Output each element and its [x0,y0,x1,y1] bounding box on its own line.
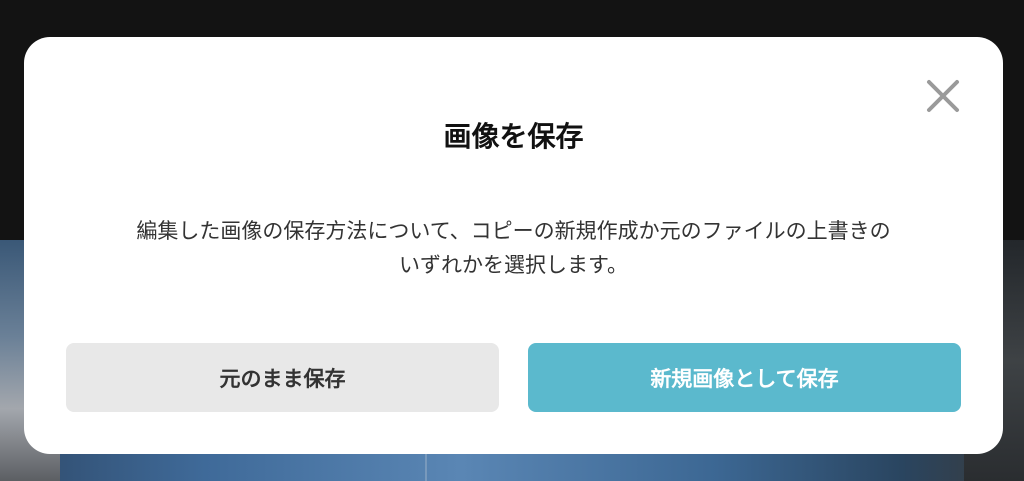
save-as-new-image-button[interactable]: 新規画像として保存 [528,343,961,412]
dialog-message: 編集した画像の保存方法について、コピーの新規作成か元のファイルの上書きの いずれ… [64,214,963,282]
dialog-title: 画像を保存 [443,120,584,153]
dialog-message-line-1: 編集した画像の保存方法について、コピーの新規作成か元のファイルの上書きの [136,219,891,243]
save-as-original-button[interactable]: 元のまま保存 [66,343,499,412]
close-button[interactable] [924,77,962,115]
dialog-message-line-2: いずれかを選択します。 [399,253,628,277]
close-icon [927,80,959,112]
save-image-dialog: 画像を保存 編集した画像の保存方法について、コピーの新規作成か元のファイルの上書… [24,37,1003,454]
